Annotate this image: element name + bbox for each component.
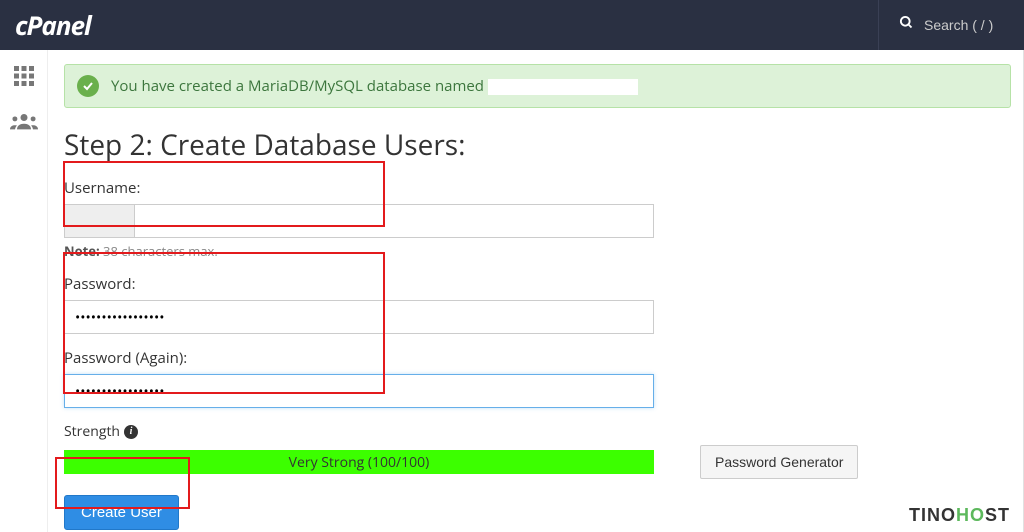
- search-box[interactable]: [878, 0, 1024, 50]
- wm-st: ST: [985, 505, 1010, 525]
- search-input[interactable]: [924, 17, 1004, 33]
- password-again-field-block: Password (Again):: [64, 348, 1011, 408]
- apps-grid-icon[interactable]: [12, 64, 36, 93]
- strength-bar-row: Very Strong (100/100) Password Generator: [64, 445, 1011, 479]
- alert-text-content: You have created a MariaDB/MySQL databas…: [111, 76, 488, 96]
- username-input[interactable]: [134, 204, 654, 238]
- main-content: You have created a MariaDB/MySQL databas…: [48, 50, 1023, 532]
- info-icon[interactable]: i: [124, 425, 138, 439]
- success-alert: You have created a MariaDB/MySQL databas…: [64, 64, 1011, 108]
- check-circle-icon: [77, 75, 99, 97]
- cpanel-logo: cPanel: [15, 7, 91, 43]
- password-label: Password:: [64, 274, 1011, 294]
- password-input[interactable]: [64, 300, 654, 334]
- create-user-form: Username: Note: 38 characters max. Passw…: [64, 178, 1011, 530]
- search-icon: [899, 15, 914, 35]
- username-note: Note: 38 characters max.: [64, 242, 1011, 260]
- watermark: TINOHOST: [909, 505, 1010, 526]
- username-input-group: [64, 204, 654, 238]
- password-again-label: Password (Again):: [64, 348, 1011, 368]
- strength-bar: Very Strong (100/100): [64, 450, 654, 474]
- users-icon[interactable]: [10, 111, 38, 136]
- mini-sidebar: [0, 50, 48, 532]
- top-header: cPanel: [0, 0, 1024, 50]
- strength-label-row: Strength i: [64, 422, 1011, 441]
- alert-message: You have created a MariaDB/MySQL databas…: [111, 76, 638, 96]
- step-title: Step 2: Create Database Users:: [64, 126, 1011, 164]
- note-text: 38 characters max.: [100, 242, 218, 260]
- note-label: Note:: [64, 242, 100, 260]
- password-generator-button[interactable]: Password Generator: [700, 445, 858, 479]
- username-field-block: Username: Note: 38 characters max.: [64, 178, 1011, 260]
- strength-label: Strength: [64, 422, 120, 441]
- username-label: Username:: [64, 178, 1011, 198]
- wm-o: O: [970, 505, 985, 525]
- wm-h: H: [956, 505, 970, 525]
- password-again-input[interactable]: [64, 374, 654, 408]
- alert-masked-name: [488, 79, 638, 95]
- create-user-button[interactable]: Create User: [64, 495, 179, 530]
- username-prefix: [64, 204, 134, 238]
- password-field-block: Password:: [64, 274, 1011, 334]
- wm-tino: TINO: [909, 505, 956, 525]
